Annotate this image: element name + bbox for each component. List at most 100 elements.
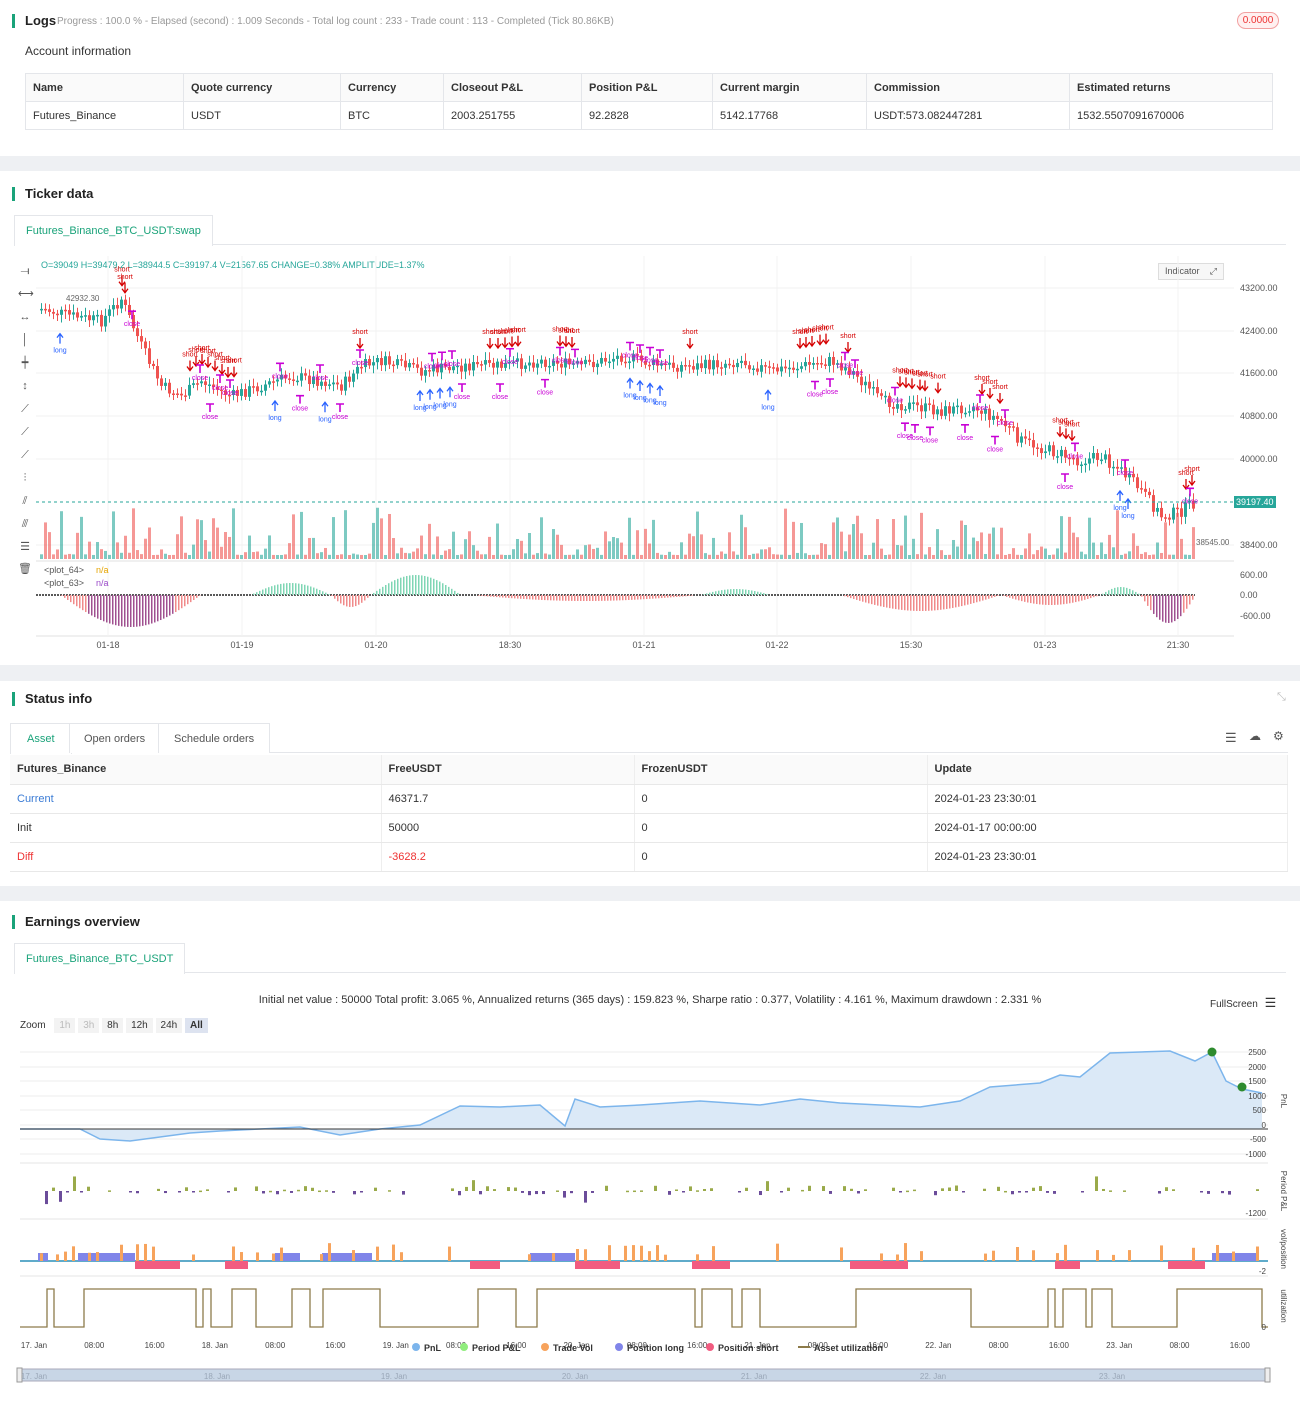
period-bar bbox=[514, 1187, 517, 1191]
osc-bar bbox=[685, 595, 687, 597]
long-signal-label: long bbox=[53, 348, 66, 355]
tab-asset[interactable]: Asset bbox=[10, 723, 72, 754]
volume-bar bbox=[148, 527, 151, 559]
osc-bar bbox=[718, 590, 720, 595]
candle-body bbox=[908, 402, 911, 410]
osc-bar bbox=[1138, 593, 1140, 595]
osc-bar bbox=[1075, 595, 1077, 603]
gear-icon[interactable]: ⚙ bbox=[1273, 729, 1284, 743]
osc-bar bbox=[856, 595, 858, 600]
period-bar bbox=[276, 1191, 279, 1195]
close-icon[interactable]: ⤡ bbox=[1277, 691, 1286, 704]
period-bar bbox=[570, 1191, 573, 1194]
osc-bar bbox=[640, 595, 642, 600]
volume-bar bbox=[1048, 554, 1051, 559]
volume-bar bbox=[60, 511, 63, 559]
period-bar bbox=[528, 1191, 531, 1196]
osc-bar bbox=[286, 583, 288, 595]
candle-body bbox=[1016, 427, 1019, 443]
tab-schedule-orders[interactable]: Schedule orders bbox=[158, 723, 271, 753]
short-arrow-icon bbox=[356, 338, 364, 350]
short-arrow-icon bbox=[844, 342, 852, 354]
account-col-returns: Estimated returns bbox=[1069, 73, 1273, 102]
osc-bar bbox=[865, 595, 867, 603]
osc-bar bbox=[85, 595, 87, 613]
volume-bar bbox=[1092, 542, 1095, 559]
osc-bar bbox=[994, 595, 996, 597]
osc-bar bbox=[1174, 595, 1176, 622]
osc-bar bbox=[265, 588, 267, 595]
osc-bar bbox=[151, 595, 153, 624]
short-signal-label: short bbox=[114, 267, 130, 274]
volume-bar bbox=[368, 553, 371, 559]
osc-bar bbox=[616, 595, 618, 601]
candle-body bbox=[368, 359, 371, 366]
volume-bar bbox=[520, 540, 523, 559]
list-icon[interactable]: ☰ bbox=[1225, 730, 1237, 746]
volume-bar bbox=[992, 527, 995, 559]
osc-bar bbox=[652, 595, 654, 599]
volume-bar bbox=[540, 517, 543, 559]
osc-bar bbox=[163, 595, 165, 619]
period-bar bbox=[52, 1187, 55, 1191]
period-bar bbox=[458, 1191, 461, 1196]
period-bar bbox=[493, 1189, 496, 1191]
osc-bar bbox=[880, 595, 882, 607]
close-signal-label: close bbox=[887, 398, 903, 405]
volume-bar bbox=[176, 534, 179, 559]
volume-bar bbox=[988, 533, 991, 559]
osc-bar bbox=[1057, 595, 1059, 605]
table-row: Current 46371.7 0 2024-01-23 23:30:01 bbox=[10, 784, 1288, 814]
osc-bar bbox=[448, 586, 450, 595]
account-col-closeout: Closeout P&L bbox=[443, 73, 582, 102]
account-title: Account information bbox=[25, 44, 132, 58]
long-signal-label: long bbox=[761, 404, 774, 411]
osc-bar bbox=[967, 595, 969, 605]
volume-bar bbox=[76, 532, 79, 559]
volume-bar bbox=[836, 517, 839, 559]
period-bar bbox=[1165, 1187, 1168, 1191]
volume-bar bbox=[932, 554, 935, 559]
candle-body bbox=[796, 368, 799, 371]
osc-bar bbox=[889, 595, 891, 609]
osc-bar bbox=[133, 595, 135, 627]
osc-bar bbox=[268, 587, 270, 595]
osc-bar bbox=[664, 595, 666, 598]
candle-body bbox=[892, 406, 895, 409]
osc-bar bbox=[1024, 595, 1026, 602]
candle-body bbox=[736, 362, 739, 368]
candle-body bbox=[84, 315, 87, 317]
volume-bar bbox=[1004, 554, 1007, 559]
osc-bar bbox=[958, 595, 960, 607]
period-bar bbox=[136, 1191, 139, 1194]
candle-body bbox=[376, 358, 379, 363]
candle-body bbox=[340, 384, 343, 391]
close-marker-icon bbox=[976, 394, 984, 403]
cloud-download-icon[interactable]: ☁ bbox=[1249, 729, 1261, 743]
volume-bar bbox=[1060, 516, 1063, 559]
volume-bar bbox=[336, 554, 339, 559]
short-arrow-icon bbox=[1182, 479, 1190, 491]
close-signal-label: close bbox=[502, 359, 518, 366]
period-bar bbox=[738, 1191, 741, 1193]
osc-bar bbox=[172, 595, 174, 614]
volume-bar bbox=[752, 553, 755, 559]
period-bar bbox=[402, 1191, 405, 1195]
candle-body bbox=[692, 366, 695, 370]
tab-open-orders[interactable]: Open orders bbox=[69, 723, 161, 753]
earnings-chart[interactable]: 2500 2000 1500 1000 500 0 -500 -1000 PnL -1200 Per… bbox=[0, 901, 1300, 1404]
period-bar bbox=[696, 1190, 699, 1192]
period-bar bbox=[1081, 1191, 1084, 1193]
trade-vol-bar bbox=[1112, 1254, 1115, 1261]
volume-bar bbox=[1116, 510, 1119, 559]
osc-bar bbox=[724, 589, 726, 595]
osc-bar bbox=[415, 575, 417, 595]
candlestick-chart[interactable]: shortshortshortshortshortshortshortshort… bbox=[0, 171, 1300, 665]
close-marker-icon bbox=[296, 394, 304, 404]
close-signal-label: close bbox=[312, 375, 328, 382]
close-marker-icon bbox=[961, 424, 969, 433]
volume-bar bbox=[1176, 512, 1179, 559]
volume-bar bbox=[1172, 554, 1175, 559]
osc-bar bbox=[1060, 595, 1062, 605]
candle-body bbox=[728, 363, 731, 366]
